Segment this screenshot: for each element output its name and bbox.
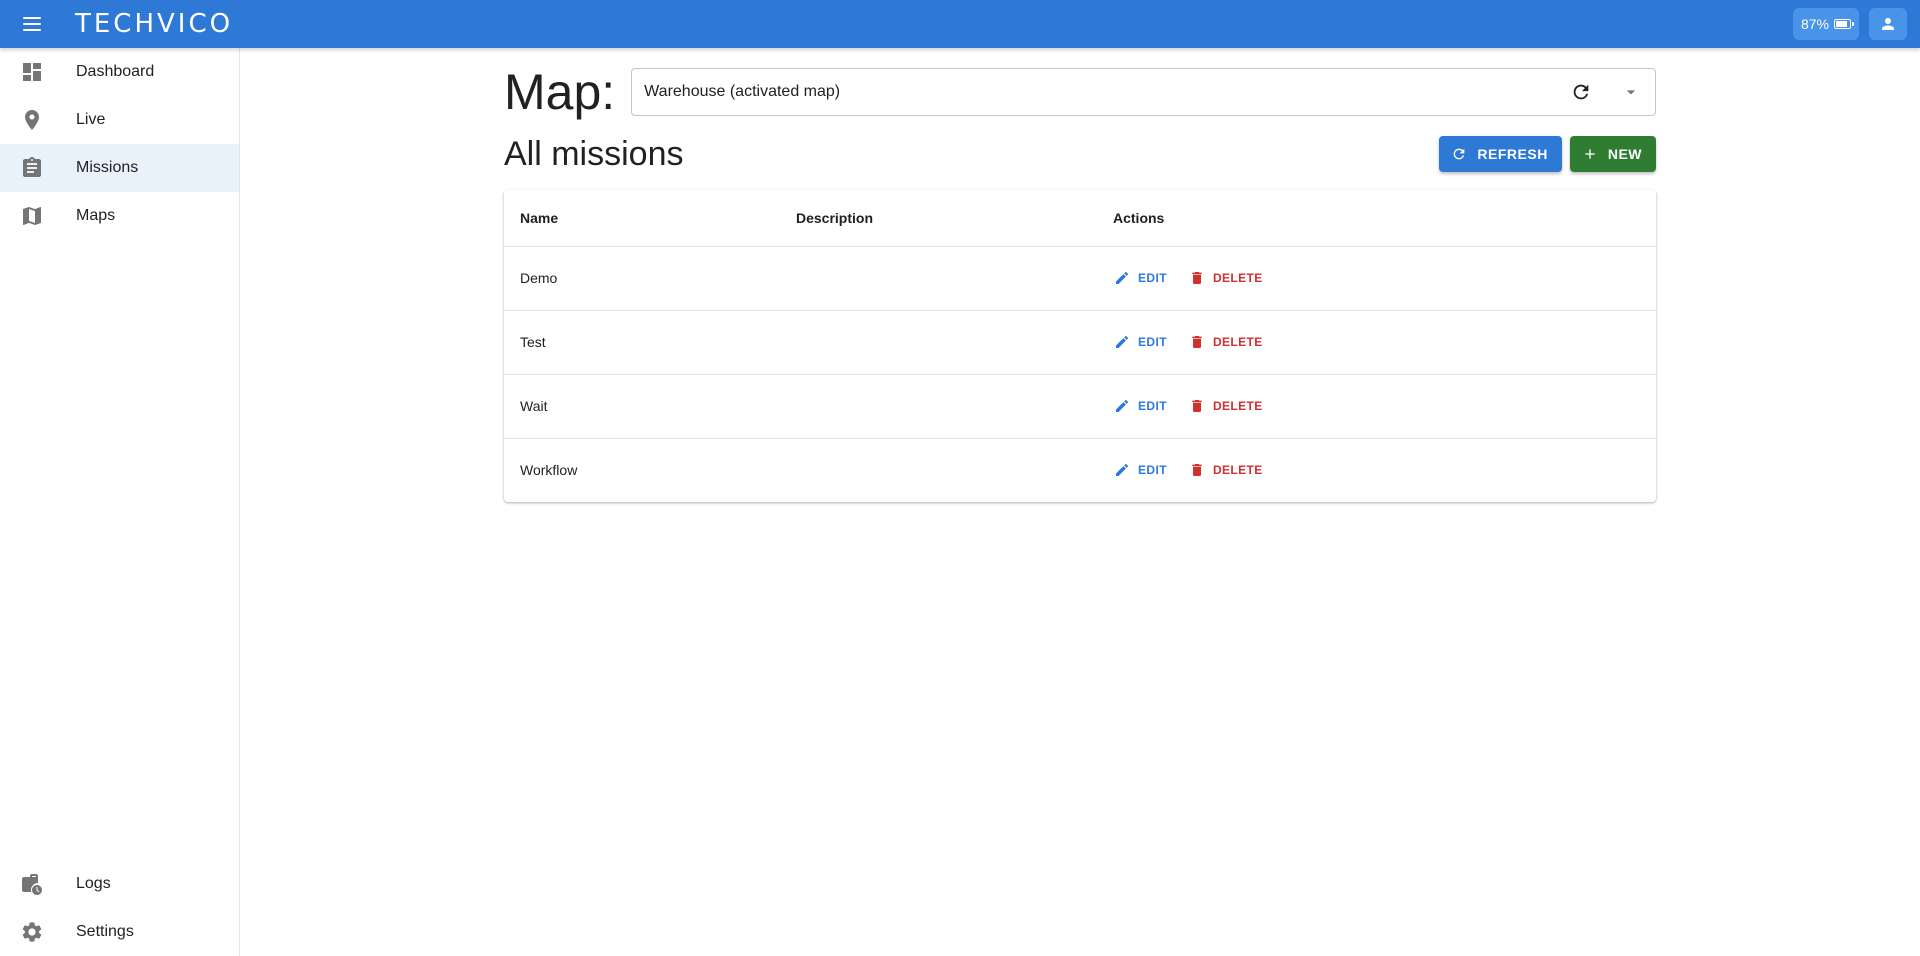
battery-icon — [1834, 19, 1854, 29]
table-row: Demo EDIT DELETE — [504, 246, 1656, 311]
trash-icon — [1192, 400, 1202, 412]
sidebar-item-label: Missions — [76, 159, 139, 176]
main-content: Map: Warehouse (activated map) All missi… — [504, 48, 1656, 502]
plus-icon — [1585, 149, 1595, 159]
delete-label: DELETE — [1212, 271, 1263, 285]
clipboard-icon — [16, 156, 48, 180]
edit-label: EDIT — [1138, 335, 1167, 349]
delete-button[interactable]: DELETE — [1184, 266, 1268, 290]
pencil-icon — [1116, 399, 1129, 412]
chevron-down-icon[interactable] — [1611, 72, 1651, 112]
mission-name: Workflow — [520, 462, 578, 479]
app-logo: TECHVICO — [75, 9, 234, 39]
logs-icon — [16, 872, 48, 896]
pencil-icon — [1116, 335, 1129, 348]
table-row: Test EDIT DELETE — [504, 310, 1656, 375]
delete-button[interactable]: DELETE — [1184, 330, 1268, 354]
map-select[interactable]: Warehouse (activated map) — [631, 68, 1656, 116]
edit-button[interactable]: EDIT — [1109, 330, 1172, 354]
row-actions: EDIT DELETE — [1097, 438, 1656, 502]
table-row: Wait EDIT DELETE — [504, 374, 1656, 439]
title-row: All missions REFRESH NEW — [504, 133, 1656, 175]
mission-name: Wait — [504, 374, 780, 439]
map-icon — [16, 204, 48, 228]
pencil-icon — [1116, 271, 1129, 284]
missions-table: Name Description Actions Demo EDIT DELET… — [504, 190, 1656, 502]
page-title: All missions — [504, 134, 684, 173]
delete-label: DELETE — [1212, 463, 1263, 478]
edit-label: EDIT — [1138, 271, 1167, 285]
sidebar-item-dashboard[interactable]: Dashboard — [0, 48, 239, 96]
new-mission-button[interactable]: NEW — [1569, 136, 1656, 172]
trash-icon — [1192, 336, 1202, 348]
delete-button[interactable]: DELETE — [1184, 458, 1268, 482]
sidebar-item-settings[interactable]: Settings — [0, 908, 239, 956]
column-header-description: Description — [780, 190, 1097, 247]
delete-label: DELETE — [1212, 335, 1263, 349]
mission-name: Test — [504, 310, 780, 375]
trash-icon — [1192, 272, 1202, 284]
mission-description — [780, 310, 1097, 375]
edit-button[interactable]: EDIT — [1109, 458, 1172, 482]
row-actions: EDIT DELETE — [1097, 246, 1656, 311]
edit-button[interactable]: EDIT — [1109, 394, 1172, 418]
trash-icon — [1192, 464, 1202, 477]
battery-label: 87% — [1800, 16, 1829, 32]
sidebar-item-live[interactable]: Live — [0, 96, 239, 144]
map-selector-row: Map: Warehouse (activated map) — [504, 64, 1656, 120]
user-account-button[interactable] — [1869, 8, 1907, 40]
row-actions: EDIT DELETE — [1097, 374, 1656, 439]
sidebar: Dashboard Live Missions Maps Logs Settin… — [0, 48, 240, 956]
edit-button[interactable]: EDIT — [1109, 266, 1172, 290]
person-icon — [1882, 18, 1894, 30]
sidebar-item-maps[interactable]: Maps — [0, 192, 239, 240]
sidebar-item-label: Live — [76, 111, 106, 128]
sidebar-item-label: Settings — [76, 923, 134, 940]
pencil-icon — [1116, 464, 1129, 477]
sidebar-item-missions[interactable]: Missions — [0, 144, 239, 192]
refresh-icon[interactable] — [1561, 72, 1601, 112]
edit-label: EDIT — [1138, 399, 1167, 413]
map-label: Map: — [504, 64, 616, 120]
top-app-bar: TECHVICO 87% — [0, 0, 1920, 48]
battery-status[interactable]: 87% — [1792, 8, 1859, 40]
gear-icon — [16, 920, 48, 944]
location-pin-icon — [16, 108, 48, 132]
sidebar-item-label: Logs — [76, 875, 111, 892]
column-header-name: Name — [504, 190, 780, 247]
missions-table-card: Name Description Actions Demo EDIT DELET… — [504, 190, 1656, 502]
sidebar-item-label: Dashboard — [76, 63, 155, 80]
edit-label: EDIT — [1138, 463, 1167, 478]
refresh-icon — [1454, 148, 1465, 160]
row-actions: EDIT DELETE — [1097, 310, 1656, 375]
delete-label: DELETE — [1212, 399, 1263, 413]
delete-button[interactable]: DELETE — [1184, 394, 1268, 418]
map-select-value: Warehouse (activated map) — [644, 83, 841, 100]
column-header-actions: Actions — [1097, 190, 1656, 247]
table-row: Workflow EDIT DELETE — [504, 438, 1656, 502]
menu-icon[interactable] — [16, 8, 48, 40]
refresh-button-label: REFRESH — [1477, 146, 1548, 162]
new-button-label: NEW — [1607, 146, 1642, 162]
sidebar-item-logs[interactable]: Logs — [0, 860, 239, 908]
dashboard-icon — [16, 60, 48, 84]
mission-description — [780, 246, 1097, 311]
refresh-button[interactable]: REFRESH — [1439, 136, 1562, 172]
mission-description — [780, 374, 1097, 439]
mission-name: Demo — [504, 246, 780, 311]
sidebar-item-label: Maps — [76, 207, 116, 224]
mission-description — [780, 438, 1097, 502]
table-header-row: Name Description Actions — [504, 190, 1656, 247]
